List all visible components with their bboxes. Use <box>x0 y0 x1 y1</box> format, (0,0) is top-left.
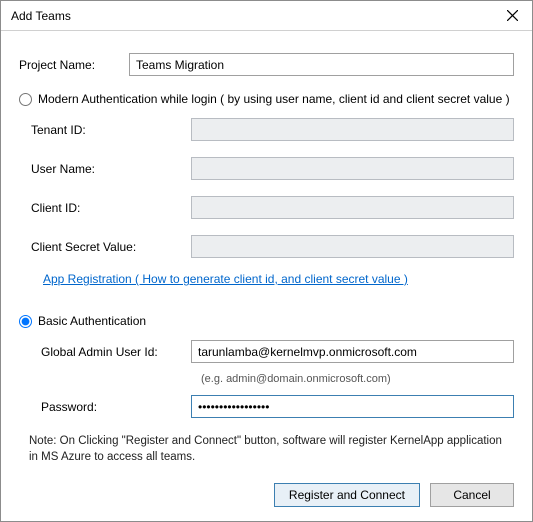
client-id-row: Client ID: <box>31 196 514 219</box>
client-id-label: Client ID: <box>31 201 191 215</box>
modern-auth-radio-row: Modern Authentication while login ( by u… <box>19 92 514 106</box>
close-button[interactable] <box>492 1 532 31</box>
password-input[interactable] <box>191 395 514 418</box>
user-name-input <box>191 157 514 180</box>
tenant-id-row: Tenant ID: <box>31 118 514 141</box>
project-name-input[interactable] <box>129 53 514 76</box>
admin-user-label: Global Admin User Id: <box>31 345 191 359</box>
titlebar: Add Teams <box>1 1 532 31</box>
user-name-label: User Name: <box>31 162 191 176</box>
tenant-id-label: Tenant ID: <box>31 123 191 137</box>
admin-user-row: Global Admin User Id: <box>31 340 514 363</box>
button-row: Register and Connect Cancel <box>19 477 514 507</box>
basic-auth-radio[interactable] <box>19 315 32 328</box>
cancel-button[interactable]: Cancel <box>430 483 514 507</box>
client-id-input <box>191 196 514 219</box>
client-secret-row: Client Secret Value: <box>31 235 514 258</box>
dialog-content: Project Name: Modern Authentication whil… <box>1 31 532 521</box>
modern-auth-radio[interactable] <box>19 93 32 106</box>
user-name-row: User Name: <box>31 157 514 180</box>
admin-user-hint: (e.g. admin@domain.onmicrosoft.com) <box>201 373 514 385</box>
app-registration-link[interactable]: App Registration ( How to generate clien… <box>43 272 408 286</box>
password-label: Password: <box>31 400 191 414</box>
password-row: Password: <box>31 395 514 418</box>
project-name-label: Project Name: <box>19 58 129 72</box>
close-icon <box>507 10 518 21</box>
admin-user-input[interactable] <box>191 340 514 363</box>
tenant-id-input <box>191 118 514 141</box>
client-secret-input <box>191 235 514 258</box>
basic-auth-radio-label: Basic Authentication <box>38 314 146 328</box>
project-name-row: Project Name: <box>19 53 514 76</box>
basic-auth-section: Global Admin User Id: (e.g. admin@domain… <box>19 340 514 428</box>
note-text: Note: On Clicking "Register and Connect"… <box>29 434 514 465</box>
basic-auth-radio-row: Basic Authentication <box>19 314 514 328</box>
modern-auth-section: Tenant ID: User Name: Client ID: Client … <box>19 118 514 296</box>
window-title: Add Teams <box>11 9 71 23</box>
client-secret-label: Client Secret Value: <box>31 240 191 254</box>
add-teams-dialog: Add Teams Project Name: Modern Authentic… <box>0 0 533 522</box>
register-connect-button[interactable]: Register and Connect <box>274 483 420 507</box>
modern-auth-radio-label: Modern Authentication while login ( by u… <box>38 92 510 106</box>
